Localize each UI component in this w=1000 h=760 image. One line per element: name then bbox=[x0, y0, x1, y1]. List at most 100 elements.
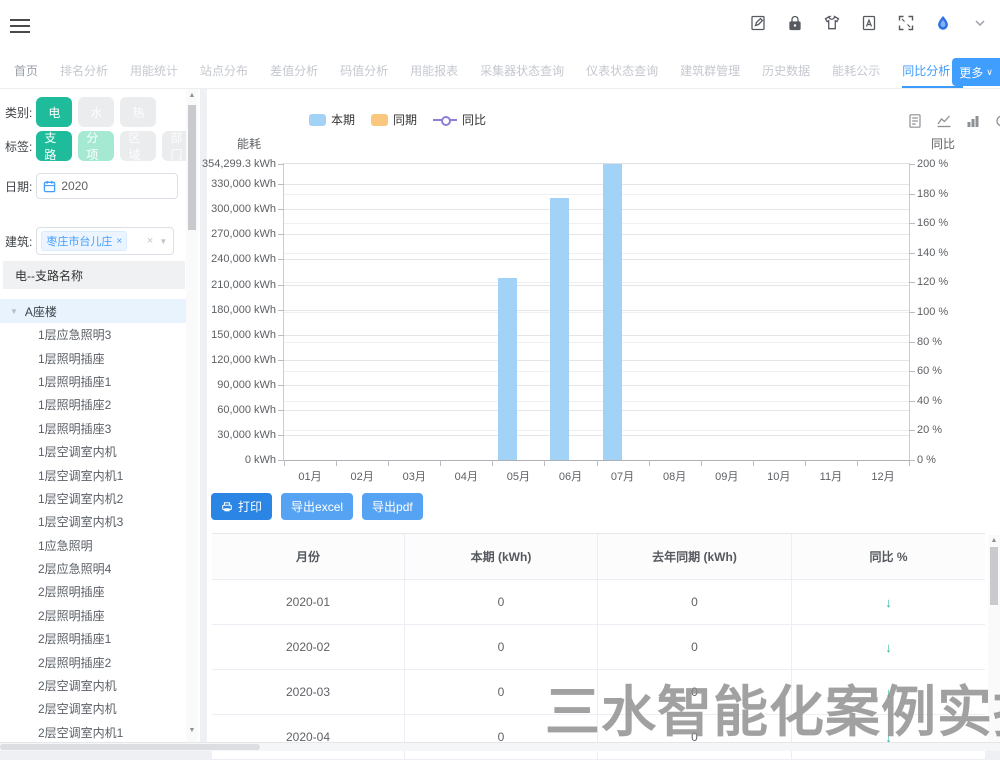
tag-close-icon[interactable]: × bbox=[116, 236, 122, 247]
nav-tab[interactable]: 能耗公示 bbox=[832, 55, 880, 88]
filter-option[interactable]: 电 bbox=[36, 97, 72, 127]
axis-tick bbox=[909, 253, 915, 254]
tree-item[interactable]: 1层照明插座2 bbox=[0, 393, 186, 416]
filter-option[interactable]: 热 bbox=[120, 97, 156, 127]
axis-tick bbox=[857, 460, 858, 466]
edit-note-icon[interactable] bbox=[748, 13, 768, 33]
building-tag-label: 枣庄市台儿庄 bbox=[46, 233, 112, 249]
logo-flame-icon[interactable] bbox=[933, 13, 953, 33]
tree-item[interactable]: 1层空调室内机1 bbox=[0, 463, 186, 486]
chart-plot-area: 0 kWh30,000 kWh60,000 kWh90,000 kWh120,0… bbox=[283, 163, 910, 461]
y2-axis-label: 140 % bbox=[917, 247, 967, 259]
tree-item[interactable]: 1应急照明 bbox=[0, 534, 186, 557]
gridline bbox=[284, 342, 909, 343]
filter-option[interactable]: 分项 bbox=[78, 131, 114, 161]
tree-item[interactable]: 1层照明插座 bbox=[0, 346, 186, 369]
nav-tab[interactable]: 站点分布 bbox=[200, 55, 248, 88]
print-button[interactable]: 打印 bbox=[211, 493, 272, 520]
building-select[interactable]: 枣庄市台儿庄 × × ▼ bbox=[36, 227, 174, 255]
tree-item[interactable]: 1层应急照明3 bbox=[0, 323, 186, 346]
legend-item[interactable]: 本期 bbox=[309, 111, 355, 128]
translate-icon[interactable] bbox=[859, 13, 879, 33]
menu-toggle-icon[interactable] bbox=[10, 15, 30, 31]
table-scroll-thumb[interactable] bbox=[990, 547, 998, 605]
tree-item[interactable]: 2层照明插座 bbox=[0, 604, 186, 627]
sidebar-scroll-thumb[interactable] bbox=[188, 105, 196, 230]
export-button[interactable]: 导出excel bbox=[281, 493, 353, 520]
nav-tab[interactable]: 历史数据 bbox=[762, 55, 810, 88]
data-view-icon[interactable] bbox=[907, 113, 923, 129]
scroll-down-icon[interactable]: ▼ bbox=[188, 727, 196, 734]
nav-tab[interactable]: 采集器状态查询 bbox=[480, 55, 564, 88]
gridline bbox=[284, 360, 909, 361]
axis-tick bbox=[388, 460, 389, 466]
scroll-up-icon[interactable]: ▲ bbox=[990, 537, 998, 544]
tree-expand-icon[interactable]: ▼ bbox=[10, 307, 18, 316]
fullscreen-icon[interactable] bbox=[896, 13, 916, 33]
tree-root-item[interactable]: ▼A座楼 bbox=[0, 299, 186, 323]
tree-item[interactable]: 2层空调室内机1 bbox=[0, 721, 186, 742]
tree-item[interactable]: 1层照明插座1 bbox=[0, 370, 186, 393]
gridline bbox=[284, 430, 909, 431]
nav-tab[interactable]: 差值分析 bbox=[270, 55, 318, 88]
tree-item[interactable]: 2层空调室内机 bbox=[0, 674, 186, 697]
restore-icon[interactable] bbox=[994, 113, 1000, 129]
tree-item[interactable]: 1层空调室内机3 bbox=[0, 510, 186, 533]
tree-item[interactable]: 1层照明插座3 bbox=[0, 417, 186, 440]
nav-tab-label: 站点分布 bbox=[200, 64, 248, 78]
building-label: 建筑: bbox=[5, 233, 32, 250]
legend-item[interactable]: 同期 bbox=[371, 111, 417, 128]
bar-chart-icon[interactable] bbox=[965, 113, 981, 129]
table-cell: 0 bbox=[405, 715, 598, 759]
date-input[interactable]: 2020 bbox=[36, 173, 178, 199]
table-cell: 2020-04 bbox=[212, 715, 405, 759]
axis-tick bbox=[278, 184, 284, 185]
axis-tick bbox=[278, 310, 284, 311]
date-value: 2020 bbox=[61, 179, 88, 193]
nav-tab[interactable]: 建筑群管理 bbox=[680, 55, 740, 88]
gridline bbox=[284, 335, 909, 336]
tree-item[interactable]: 2层照明插座1 bbox=[0, 627, 186, 650]
comparison-table: 月份本期 (kWh)去年同期 (kWh)同比 %2020-0100↓2020-0… bbox=[212, 533, 985, 760]
sidebar-scrollbar: ▲ ▼ bbox=[186, 89, 198, 742]
more-button[interactable]: 更多 ∨ bbox=[952, 58, 1000, 86]
nav-tab[interactable]: 用能报表 bbox=[410, 55, 458, 88]
theme-icon[interactable] bbox=[822, 13, 842, 33]
filter-option[interactable]: 区域 bbox=[120, 131, 156, 161]
legend-marker bbox=[433, 114, 457, 126]
filter-option[interactable]: 支路 bbox=[36, 131, 72, 161]
legend-label: 本期 bbox=[331, 111, 355, 128]
y2-axis-label: 180 % bbox=[917, 188, 967, 200]
tree-item[interactable]: 2层照明插座2 bbox=[0, 650, 186, 673]
line-chart-icon[interactable] bbox=[936, 113, 952, 129]
tree-item[interactable]: 1层空调室内机 bbox=[0, 440, 186, 463]
tree-item[interactable]: 2层应急照明4 bbox=[0, 557, 186, 580]
chart-legend: 本期同期同比 bbox=[309, 111, 486, 128]
axis-tick bbox=[278, 335, 284, 336]
select-caret-icon[interactable]: ▼ bbox=[159, 237, 167, 246]
export-button[interactable]: 导出pdf bbox=[362, 493, 423, 520]
nav-tab[interactable]: 码值分析 bbox=[340, 55, 388, 88]
scroll-up-icon[interactable]: ▲ bbox=[188, 92, 196, 99]
axis-tick bbox=[909, 312, 915, 313]
chevron-down-icon[interactable] bbox=[970, 13, 990, 33]
horizontal-scroll-thumb[interactable] bbox=[0, 744, 260, 750]
nav-tab[interactable]: 仪表状态查询 bbox=[586, 55, 658, 88]
nav-tab[interactable]: 用能统计 bbox=[130, 55, 178, 88]
x-axis-label: 11月 bbox=[820, 468, 842, 484]
nav-tab[interactable]: 首页 bbox=[14, 55, 38, 88]
tree-item[interactable]: 1层空调室内机2 bbox=[0, 487, 186, 510]
nav-tab[interactable]: 排名分析 bbox=[60, 55, 108, 88]
select-clear-icon[interactable]: × bbox=[147, 235, 153, 247]
legend-item[interactable]: 同比 bbox=[433, 111, 486, 128]
gridline bbox=[284, 194, 909, 195]
filter-option[interactable]: 水 bbox=[78, 97, 114, 127]
nav-tabs: 首页排名分析用能统计 站点分布 差值分析 码值分析用能报表采集器状态查询仪表状态查询建… bbox=[14, 55, 963, 88]
main-panel: 本期同期同比 能耗 同比 0 kWh30,000 kWh60,000 kWh90… bbox=[207, 89, 1000, 742]
tree-item[interactable]: 2层照明插座 bbox=[0, 580, 186, 603]
nav-tab-label: 差值分析 bbox=[270, 64, 318, 78]
y-axis-label: 180,000 kWh bbox=[200, 304, 276, 316]
x-axis-label: 08月 bbox=[663, 468, 686, 484]
tree-item[interactable]: 2层空调室内机 bbox=[0, 697, 186, 720]
lock-icon[interactable] bbox=[785, 13, 805, 33]
